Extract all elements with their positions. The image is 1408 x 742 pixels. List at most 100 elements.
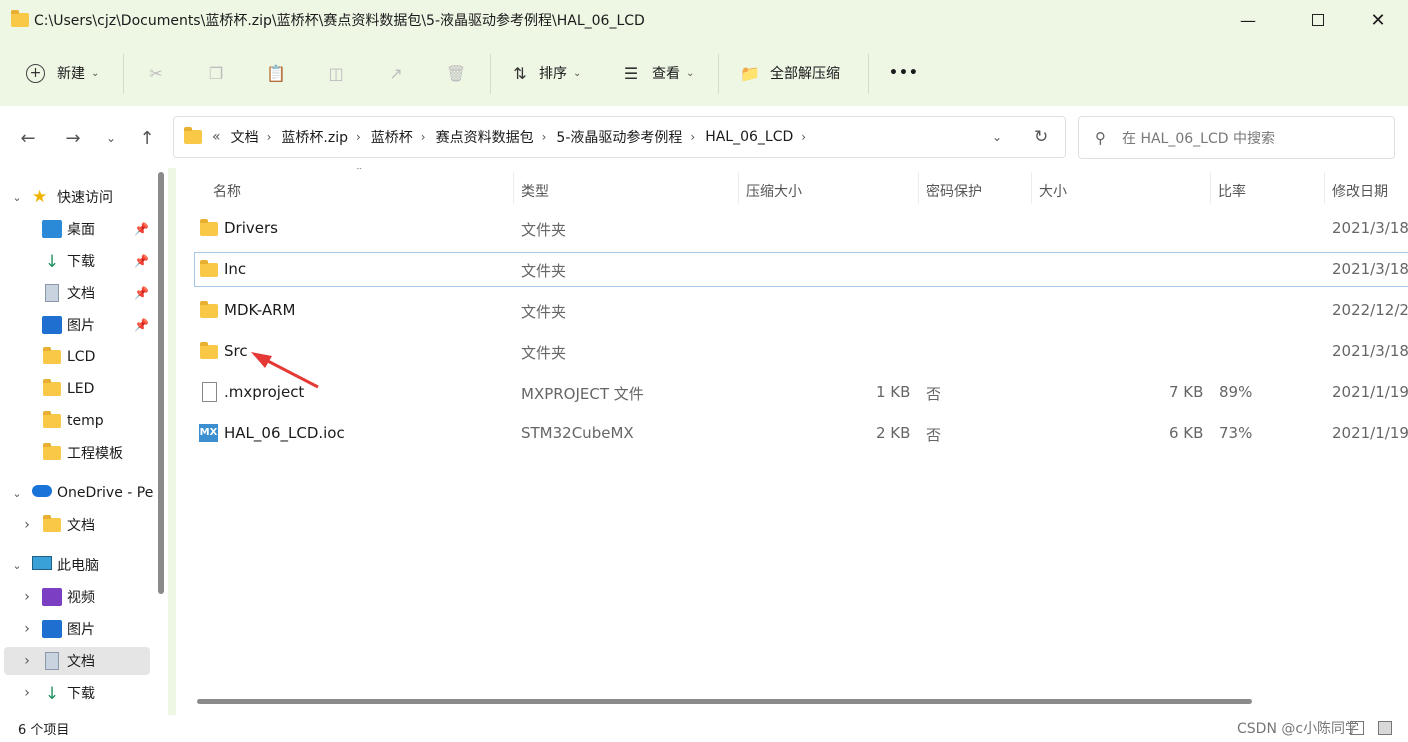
- sidebar-item-videos[interactable]: › 视频: [0, 583, 158, 611]
- column-divider[interactable]: [1324, 172, 1325, 204]
- sidebar-item-label: 文档: [67, 518, 95, 534]
- table-row[interactable]: MDK-ARM 文件夹 2022/12/2: [194, 293, 1408, 329]
- search-input[interactable]: 在 HAL_06_LCD 中搜索: [1122, 128, 1275, 148]
- file-name: .mxproject: [224, 383, 305, 401]
- recent-locations-button[interactable]: ⌄: [99, 126, 123, 150]
- sidebar-item-label: temp: [67, 413, 104, 429]
- file-ratio: 73%: [1219, 424, 1253, 442]
- cut-button[interactable]: ✂: [146, 58, 166, 88]
- chevron-right-icon[interactable]: ›: [356, 130, 361, 144]
- close-button[interactable]: ✕: [1355, 0, 1401, 40]
- breadcrumb-item[interactable]: 赛点资料数据包: [436, 127, 534, 147]
- chevron-down-icon[interactable]: ⌄: [10, 191, 24, 204]
- view-button[interactable]: ☰ 查看 ⌄: [621, 58, 695, 88]
- sidebar-item-temp[interactable]: temp: [0, 407, 158, 435]
- sidebar-item-onedrive[interactable]: ⌄ OneDrive - Pe: [0, 479, 158, 507]
- sidebar-item-pc-documents[interactable]: › 文档: [4, 647, 150, 675]
- paste-button[interactable]: 📋: [266, 58, 286, 88]
- column-header-compressed-size[interactable]: 压缩大小: [746, 176, 802, 206]
- back-button[interactable]: ←: [16, 126, 40, 150]
- column-header-type[interactable]: 类型: [521, 176, 549, 206]
- new-label: 新建: [57, 66, 85, 82]
- sidebar-item-pictures[interactable]: 图片 📌: [0, 311, 158, 339]
- sidebar-item-downloads[interactable]: ↓ 下载 📌: [0, 247, 158, 275]
- breadcrumb-item[interactable]: 蓝桥杯: [371, 127, 413, 147]
- document-icon: [45, 652, 59, 670]
- minimize-button[interactable]: —: [1225, 0, 1271, 40]
- chevron-right-icon[interactable]: ›: [267, 130, 272, 144]
- column-header-date[interactable]: 修改日期: [1332, 176, 1388, 206]
- column-divider[interactable]: [513, 172, 514, 204]
- chevron-down-icon[interactable]: ⌄: [10, 487, 24, 500]
- new-button[interactable]: + 新建 ⌄: [26, 58, 99, 88]
- rename-button[interactable]: ◫: [326, 58, 346, 88]
- copy-button[interactable]: ❐: [206, 58, 226, 88]
- folder-icon: [200, 301, 218, 318]
- sidebar-item-led[interactable]: LED: [0, 375, 158, 403]
- column-header-size[interactable]: 大小: [1039, 176, 1067, 206]
- breadcrumb-item[interactable]: 5-液晶驱动参考例程: [556, 127, 682, 147]
- more-button[interactable]: •••: [889, 58, 919, 88]
- sidebar-item-label: 此电脑: [57, 558, 99, 574]
- sidebar-item-desktop[interactable]: 桌面 📌: [0, 215, 158, 243]
- list-view-icon: ☰: [623, 63, 639, 83]
- divider: [123, 54, 124, 94]
- chevron-right-icon[interactable]: ›: [421, 130, 426, 144]
- sidebar-item-onedrive-documents[interactable]: › 文档: [0, 511, 158, 539]
- sort-button[interactable]: ⇅ 排序 ⌄: [510, 58, 581, 88]
- column-header-name[interactable]: 名称: [213, 176, 241, 206]
- chevron-right-icon[interactable]: ›: [20, 621, 34, 637]
- sidebar-item-project-template[interactable]: 工程模板: [0, 439, 158, 467]
- table-row[interactable]: MX HAL_06_LCD.ioc STM32CubeMX 2 KB 否 6 K…: [194, 416, 1408, 452]
- maximize-button[interactable]: [1295, 0, 1341, 40]
- column-header-ratio[interactable]: 比率: [1218, 176, 1246, 206]
- chevron-down-icon[interactable]: ⌄: [10, 559, 24, 572]
- chevron-right-icon[interactable]: ›: [542, 130, 547, 144]
- chevron-right-icon[interactable]: ›: [20, 589, 34, 605]
- breadcrumb-item[interactable]: 文档: [231, 127, 259, 147]
- chevron-right-icon[interactable]: ›: [20, 653, 34, 669]
- paste-icon: 📋: [266, 63, 286, 83]
- chevron-right-icon[interactable]: ›: [20, 685, 34, 701]
- column-divider[interactable]: [1031, 172, 1032, 204]
- column-divider[interactable]: [738, 172, 739, 204]
- forward-button[interactable]: →: [61, 126, 85, 150]
- search-box[interactable]: ⚲ 在 HAL_06_LCD 中搜索: [1078, 116, 1395, 159]
- column-label: 名称: [213, 184, 241, 200]
- tiles-view-icon[interactable]: [1378, 721, 1392, 735]
- up-button[interactable]: ↑: [135, 126, 159, 150]
- download-icon: ↓: [44, 684, 60, 704]
- file-date: 2021/1/19: [1332, 383, 1408, 401]
- navigation-bar: ← → ⌄ ↑ « 文档 › 蓝桥杯.zip › 蓝桥杯 › 赛点资料数据包 › 5-液…: [0, 106, 1408, 168]
- sidebar-scrollbar[interactable]: [158, 172, 164, 594]
- table-row[interactable]: Drivers 文件夹 2021/3/18: [194, 211, 1408, 247]
- chevron-right-icon[interactable]: ›: [20, 517, 34, 533]
- breadcrumb-item[interactable]: 蓝桥杯.zip: [281, 127, 348, 147]
- address-bar[interactable]: « 文档 › 蓝桥杯.zip › 蓝桥杯 › 赛点资料数据包 › 5-液晶驱动参考例程 ›…: [173, 116, 1066, 158]
- breadcrumb-item[interactable]: HAL_06_LCD: [705, 129, 793, 145]
- sidebar-item-lcd[interactable]: LCD: [0, 343, 158, 371]
- chevron-right-icon[interactable]: ›: [801, 130, 806, 144]
- extract-all-button[interactable]: 📁 全部解压缩: [740, 58, 840, 88]
- table-row[interactable]: Src 文件夹 2021/3/18: [194, 334, 1408, 370]
- sidebar-item-documents[interactable]: 文档 📌: [0, 279, 158, 307]
- refresh-button[interactable]: ↻: [1034, 127, 1048, 147]
- file-size: 7 KB: [1169, 383, 1204, 401]
- details-view-icon[interactable]: [1350, 721, 1364, 735]
- horizontal-scrollbar[interactable]: [197, 699, 1252, 704]
- sidebar-item-quick-access[interactable]: ⌄ ★ 快速访问: [0, 183, 158, 211]
- share-button[interactable]: ↗: [386, 58, 406, 88]
- column-divider[interactable]: [918, 172, 919, 204]
- table-row[interactable]: Inc 文件夹 2021/3/18: [194, 252, 1408, 287]
- chevron-right-icon[interactable]: ›: [690, 130, 695, 144]
- sidebar-item-pc-pictures[interactable]: › 图片: [0, 615, 158, 643]
- table-row[interactable]: .mxproject MXPROJECT 文件 1 KB 否 7 KB 89% …: [194, 375, 1408, 411]
- address-history-button[interactable]: ⌄: [992, 130, 1002, 144]
- column-header-password[interactable]: 密码保护: [926, 176, 982, 206]
- delete-button[interactable]: 🗑: [446, 58, 466, 88]
- column-divider[interactable]: [1210, 172, 1211, 204]
- sidebar-item-this-pc[interactable]: ⌄ 此电脑: [0, 551, 158, 579]
- breadcrumb-overflow[interactable]: «: [212, 129, 221, 145]
- folder-icon: [11, 10, 29, 27]
- sidebar-item-pc-downloads[interactable]: › ↓ 下载: [0, 679, 158, 707]
